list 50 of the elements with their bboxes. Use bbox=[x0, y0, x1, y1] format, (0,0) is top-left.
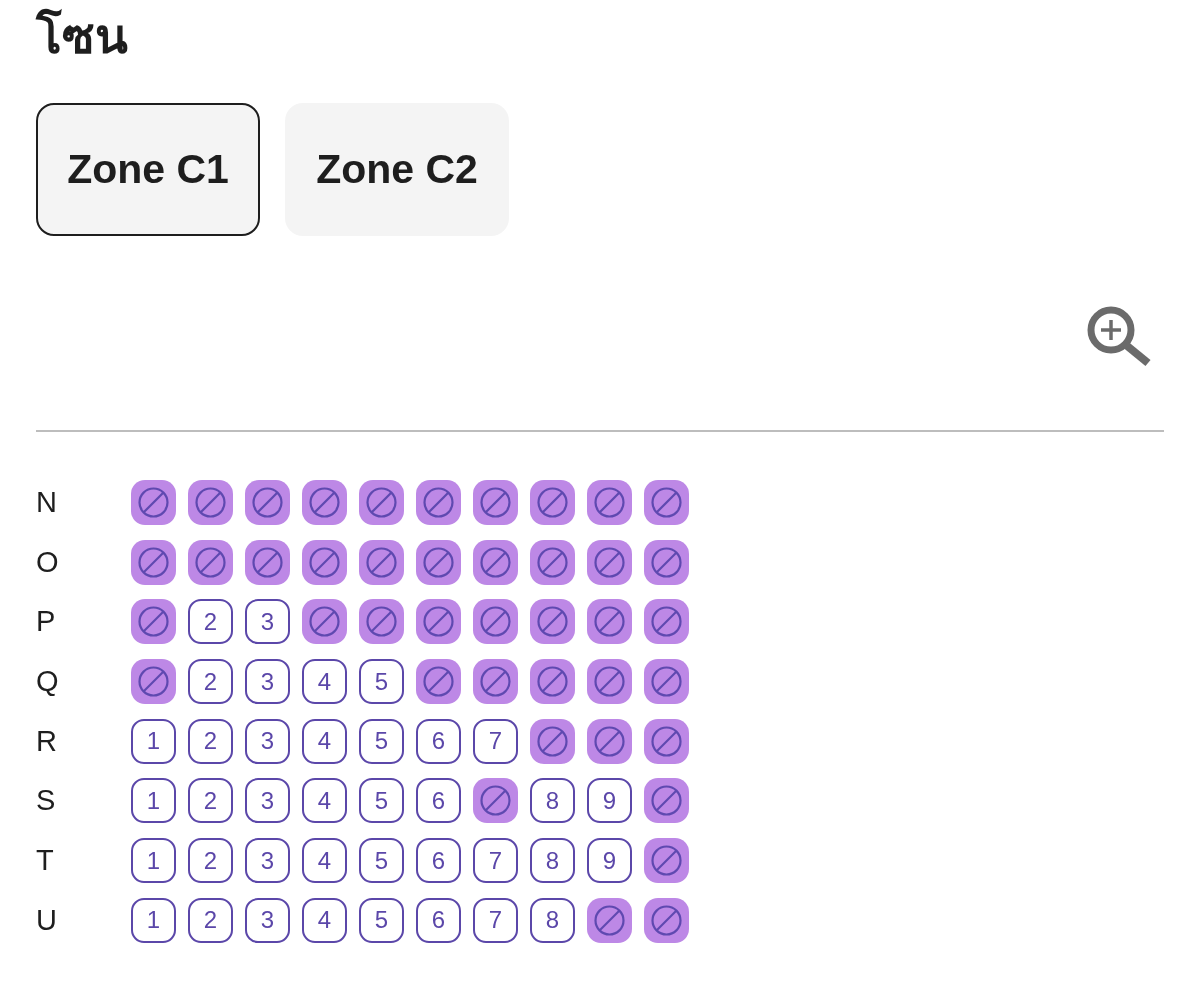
seat-button[interactable]: 6 bbox=[416, 897, 461, 943]
seat-button[interactable]: 2 bbox=[188, 718, 233, 764]
seat-button[interactable]: 6 bbox=[416, 718, 461, 764]
seat-button[interactable]: 5 bbox=[359, 897, 404, 943]
zone-tab[interactable]: Zone C1 bbox=[36, 103, 260, 236]
seat-button[interactable]: 6 bbox=[416, 778, 461, 824]
seat-button[interactable]: 3 bbox=[245, 718, 290, 764]
seat-button[interactable]: 4 bbox=[302, 718, 347, 764]
zoom-in-icon[interactable] bbox=[1086, 305, 1152, 367]
seat-button[interactable]: 9 bbox=[587, 838, 632, 884]
seat-button[interactable]: 4 bbox=[302, 838, 347, 884]
seat-button[interactable]: 2 bbox=[188, 897, 233, 943]
seat-button[interactable]: 7 bbox=[473, 838, 518, 884]
seat-button[interactable]: 1 bbox=[131, 778, 176, 824]
seat-button[interactable]: 4 bbox=[302, 778, 347, 824]
seat-button[interactable]: 1 bbox=[131, 838, 176, 884]
seat-button[interactable]: 4 bbox=[302, 659, 347, 705]
seat-button[interactable]: 9 bbox=[587, 778, 632, 824]
row-label: Q bbox=[36, 667, 60, 697]
row-label: O bbox=[36, 547, 60, 577]
row-label: T bbox=[36, 846, 55, 876]
seat-button[interactable]: 3 bbox=[245, 778, 290, 824]
seat-button[interactable]: 2 bbox=[188, 599, 233, 645]
seat-button[interactable]: 5 bbox=[359, 718, 404, 764]
row-label: P bbox=[36, 607, 57, 637]
zone-tab[interactable]: Zone C2 bbox=[285, 103, 509, 236]
row-label: S bbox=[36, 786, 57, 816]
seat-button[interactable]: 3 bbox=[245, 838, 290, 884]
seat-button[interactable]: 3 bbox=[245, 659, 290, 705]
seat-button[interactable]: 2 bbox=[188, 838, 233, 884]
seat-button[interactable]: 7 bbox=[473, 897, 518, 943]
seat-button[interactable]: 3 bbox=[245, 599, 290, 645]
seat-button[interactable]: 8 bbox=[530, 838, 575, 884]
seat-button[interactable]: 2 bbox=[188, 659, 233, 705]
seat-button[interactable]: 5 bbox=[359, 659, 404, 705]
row-label: R bbox=[36, 726, 58, 756]
seat-button[interactable]: 8 bbox=[530, 897, 575, 943]
seat-button[interactable]: 6 bbox=[416, 838, 461, 884]
seat-button[interactable]: 1 bbox=[131, 718, 176, 764]
seat-button[interactable]: 1 bbox=[131, 897, 176, 943]
seat-button[interactable]: 5 bbox=[359, 838, 404, 884]
seat-button[interactable]: 2 bbox=[188, 778, 233, 824]
seat-button[interactable]: 8 bbox=[530, 778, 575, 824]
seat-button[interactable]: 5 bbox=[359, 778, 404, 824]
seat-button[interactable]: 7 bbox=[473, 718, 518, 764]
row-label: U bbox=[36, 905, 58, 935]
row-label: N bbox=[36, 488, 58, 517]
seat-button[interactable]: 4 bbox=[302, 897, 347, 943]
seat-button[interactable]: 3 bbox=[245, 897, 290, 943]
section-title: โซน bbox=[36, 7, 128, 64]
